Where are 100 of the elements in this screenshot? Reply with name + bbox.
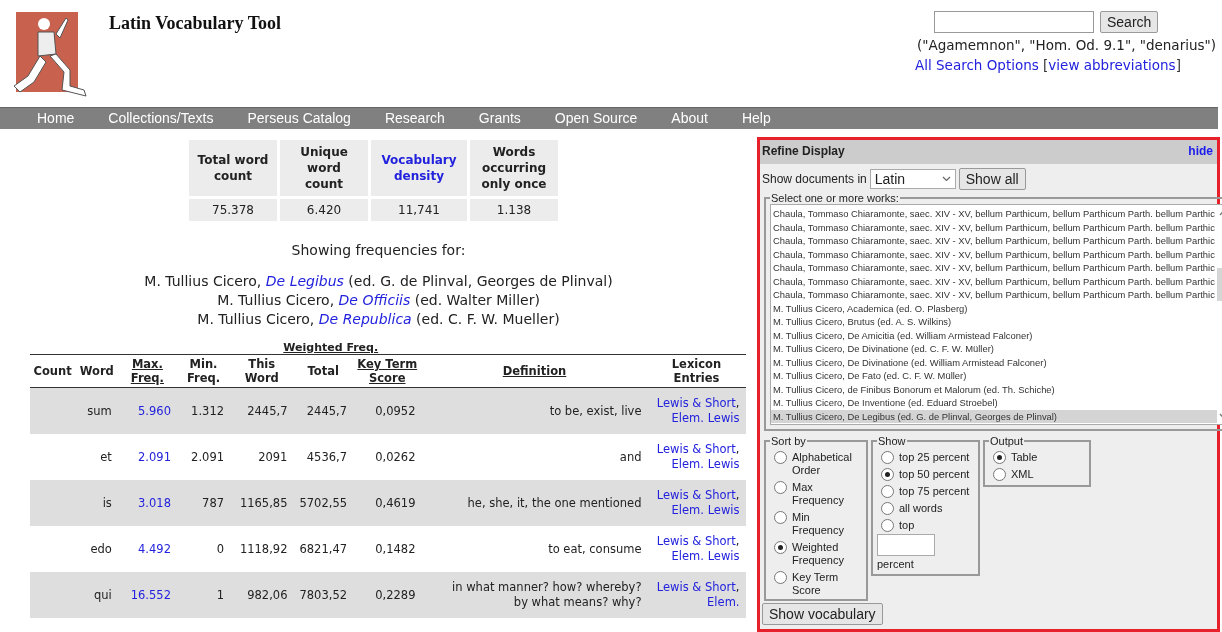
work-list-item[interactable]: Chaula, Tommaso Chiaramonte, saec. XIV - XV, bellum Parthicum, bellum Parthicum Parth. bellum Parthic [771, 220, 1217, 234]
work-list-item[interactable]: M. Tullius Cicero, De Amicitia (ed. William Armistead Falconer) [771, 328, 1217, 342]
lexicon-entries: Lewis & Short, Elem. Lewis [656, 396, 740, 425]
frequency-link[interactable]: 16.552 [117, 572, 177, 618]
column-header: Min. Freq. [176, 354, 231, 388]
work-list-item[interactable]: M. Tullius Cicero, De Fato (ed. C. F. W. Müller) [771, 369, 1217, 383]
radio-button[interactable] [774, 571, 787, 584]
work-title-link[interactable]: De Republica [318, 311, 412, 327]
nav-link[interactable]: Grants [461, 108, 538, 129]
stat-header: Unique word count [280, 140, 368, 196]
radio-button[interactable] [774, 541, 787, 554]
table-cell: edo [75, 526, 118, 572]
stat-value: 1.138 [470, 199, 558, 221]
radio-button[interactable] [993, 468, 1006, 481]
radio-button[interactable] [774, 451, 787, 464]
work-list-item[interactable]: M. Tullius Cicero, De Divinatione (ed. William Armistead Falconer) [771, 355, 1217, 369]
work-title-link[interactable]: De Legibus [265, 273, 344, 289]
radio-button[interactable] [774, 481, 787, 494]
showing-heading: Showing frequencies for: [291, 242, 466, 258]
work-list-item[interactable]: Chaula, Tommaso Chiaramonte, saec. XIV - XV, bellum Parthicum, bellum Parthicum Parth. bellum Parthic [771, 274, 1217, 288]
search-field[interactable] [934, 11, 1094, 33]
table-cell: 2445,7 [293, 387, 353, 434]
nav-link[interactable]: Collections/Texts [91, 108, 231, 129]
radio-button[interactable] [993, 451, 1006, 464]
show-vocabulary-button[interactable]: Show vocabulary [762, 603, 883, 625]
stat-header-link[interactable]: Vocabulary density [371, 140, 467, 196]
search-options-line: All Search Options [view abbreviations] [915, 57, 1181, 73]
nav-link[interactable]: Perseus Catalog [230, 108, 368, 129]
frequency-link[interactable]: 2.091 [117, 434, 177, 480]
column-group-header[interactable]: Weighted Freq. [283, 341, 379, 354]
lexicon-link[interactable]: Elem. [707, 595, 740, 609]
search-link[interactable]: view abbreviations [1048, 57, 1176, 73]
radio-button[interactable] [881, 451, 894, 464]
lexicon-link[interactable]: Elem. Lewis [671, 503, 740, 517]
radio-label: all words [899, 502, 944, 515]
search-link[interactable]: All Search Options [915, 57, 1039, 73]
column-header: This Word [230, 354, 294, 388]
column-header[interactable]: Max. Freq. [117, 354, 177, 388]
table-cell: 7803,52 [293, 572, 353, 618]
work-list-item[interactable]: Chaula, Tommaso Chiaramonte, saec. XIV - XV, bellum Parthicum, bellum Parthicum Parth. bellum Parthic [771, 261, 1217, 275]
table-cell: 4536,7 [293, 434, 353, 480]
lexicon-link[interactable]: Lewis & Short [656, 488, 736, 502]
panel-title: Refine Display [762, 144, 845, 158]
radio-button[interactable] [881, 468, 894, 481]
column-header[interactable]: Key Term Score [353, 354, 422, 388]
work-citation: M. Tullius Cicero, De Legibus (ed. G. de Plinval, Georges de Plinval) [144, 272, 613, 291]
work-list-item[interactable]: M. Tullius Cicero, De Divinatione (ed. C. F. W. Müller) [771, 342, 1217, 356]
column-header[interactable]: Definition [421, 354, 648, 388]
nav-link[interactable]: Help [724, 108, 788, 129]
nav-link[interactable]: Research [367, 108, 462, 129]
frequency-link[interactable]: 3.018 [117, 480, 177, 526]
nav-link[interactable]: Home [20, 108, 92, 129]
column-header: Word [75, 354, 118, 388]
work-list-item[interactable]: Chaula, Tommaso Chiaramonte, saec. XIV - XV, bellum Parthicum, bellum Parthicum Parth. bellum Parthic [771, 288, 1217, 302]
table-cell: 0,0952 [353, 387, 422, 434]
search-button[interactable]: Search [1100, 11, 1159, 33]
lexicon-link[interactable]: Lewis & Short [656, 534, 736, 548]
work-list-item[interactable]: M. Tullius Cicero, Brutus (ed. A. S. Wilkins) [771, 315, 1217, 329]
table-cell: 2445,7 [230, 387, 294, 434]
nav-link[interactable]: Open Source [537, 108, 655, 129]
work-list-item[interactable]: M. Tullius Cicero, Academica (ed. O. Plasberg) [771, 301, 1217, 315]
column-header: Count [29, 354, 76, 388]
work-list-item[interactable]: M. Tullius Cicero, De Legibus (ed. G. de Plinval, Georges de Plinval) [771, 409, 1217, 423]
radio-label: top 50 percent [899, 468, 971, 481]
radio-button[interactable] [774, 511, 787, 524]
frequency-link[interactable]: 5.960 [117, 387, 177, 434]
table-cell: 0,0262 [353, 434, 422, 480]
language-dropdown[interactable]: Latin [869, 169, 956, 189]
lexicon-link[interactable]: Lewis & Short [656, 580, 736, 594]
radio-button[interactable] [881, 519, 894, 532]
hide-link[interactable]: hide [1188, 144, 1213, 158]
work-list-item[interactable]: Chaula, Tommaso Chiaramonte, saec. XIV - XV, bellum Parthicum, bellum Parthicum Parth. bellum Parthic [771, 207, 1217, 221]
lexicon-link[interactable]: Lewis & Short [656, 442, 736, 456]
lexicon-link[interactable]: Elem. Lewis [671, 549, 740, 563]
radio-button[interactable] [881, 502, 894, 515]
work-list-item[interactable]: M. Tullius Cicero, de Finibus Bonorum et Malorum (ed. Th. Schiche) [771, 382, 1217, 396]
table-cell: 1165,85 [230, 480, 294, 526]
percent-field[interactable] [877, 534, 935, 556]
lexicon-link[interactable]: Lewis & Short [656, 396, 736, 410]
work-citation: M. Tullius Cicero, De Officiis (ed. Walter Miller) [217, 291, 540, 310]
work-citation: M. Tullius Cicero, De Republica (ed. C. F. W. Mueller) [197, 310, 560, 329]
frequency-link[interactable]: 4.492 [117, 526, 177, 572]
lexicon-link[interactable]: Elem. Lewis [671, 457, 740, 471]
chevron-down-icon[interactable] [941, 176, 951, 182]
stat-header: Words occurring only once [470, 140, 558, 196]
work-list-item[interactable]: Chaula, Tommaso Chiaramonte, saec. XIV - XV, bellum Parthicum, bellum Parthicum Parth. bellum Parthic [771, 247, 1217, 261]
site-title: Latin Vocabulary Tool [109, 13, 282, 35]
nav-link[interactable]: About [654, 108, 725, 129]
work-title-link[interactable]: De Officiis [338, 292, 411, 308]
table-cell: 1.312 [176, 387, 231, 434]
sort-legend: Sort by [770, 435, 807, 447]
show-legend: Show [877, 435, 907, 447]
radio-label: Weighted Frequency [792, 541, 845, 567]
work-list-item[interactable]: Chaula, Tommaso Chiaramonte, saec. XIV - XV, bellum Parthicum, bellum Parthicum Parth. bellum Parthic [771, 234, 1217, 248]
lexicon-link[interactable]: Elem. Lewis [671, 411, 740, 425]
radio-button[interactable] [881, 485, 894, 498]
radio-label: Alphabetical Order [792, 451, 853, 477]
radio-label: Min Frequency [792, 511, 845, 537]
show-all-button[interactable]: Show all [958, 168, 1026, 190]
work-list-item[interactable]: M. Tullius Cicero, De Inventione (ed. Eduard Stroebel) [771, 396, 1217, 410]
